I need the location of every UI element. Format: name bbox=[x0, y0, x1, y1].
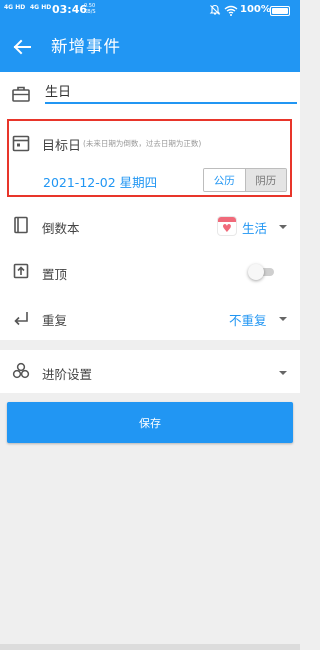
chevron-down-icon[interactable] bbox=[277, 223, 289, 231]
system-nav-bar bbox=[0, 644, 300, 650]
pin-top-label: 置顶 bbox=[42, 267, 68, 282]
signal-indicator-2: 4G HD bbox=[30, 4, 52, 11]
wifi-icon bbox=[224, 5, 238, 16]
signal-indicator-1: 4G HD bbox=[4, 4, 26, 11]
pin-top-icon bbox=[13, 263, 29, 279]
chevron-down-icon[interactable] bbox=[277, 315, 289, 323]
battery-icon bbox=[270, 6, 290, 16]
calendar-icon bbox=[12, 135, 30, 152]
battery-percent: 100% bbox=[240, 4, 271, 15]
heart-icon: ♥ bbox=[222, 222, 232, 235]
repeat-value[interactable]: 不重复 bbox=[229, 310, 267, 329]
book-icon bbox=[14, 216, 28, 234]
network-speed-unit: KB/S bbox=[84, 9, 96, 15]
network-speed: 0.50 KB/S bbox=[84, 3, 96, 15]
advanced-settings-row[interactable]: 进阶设置 bbox=[0, 350, 300, 393]
status-bar: 4G HD 4G HD 03:46 0.50 KB/S 100% bbox=[0, 0, 300, 22]
repeat-icon bbox=[14, 312, 28, 326]
solar-calendar-option[interactable]: 公历 bbox=[204, 169, 246, 191]
calendar-type-toggle: 公历 阴历 bbox=[203, 168, 287, 192]
target-date-label: 目标日 bbox=[42, 139, 82, 154]
advanced-settings-label: 进阶设置 bbox=[42, 367, 93, 382]
save-button[interactable]: 保存 bbox=[7, 402, 293, 443]
arrow-left-icon[interactable] bbox=[10, 35, 34, 59]
chevron-down-icon[interactable] bbox=[277, 369, 289, 377]
target-date-value[interactable]: 2021-12-02 星期四 bbox=[43, 172, 157, 191]
pin-top-switch[interactable] bbox=[248, 264, 276, 280]
event-name-input[interactable] bbox=[45, 80, 297, 104]
repeat-label: 重复 bbox=[42, 313, 68, 328]
app-bar: 新增事件 bbox=[0, 22, 300, 72]
target-date-hint: (未来日期为倒数，过去日期为正数) bbox=[83, 139, 202, 148]
status-time: 03:46 bbox=[52, 3, 88, 16]
layers-icon bbox=[12, 362, 30, 379]
notebook-badge: ♥ bbox=[217, 216, 237, 236]
bell-off-icon bbox=[209, 4, 221, 15]
notebook-value[interactable]: 生活 bbox=[242, 218, 267, 237]
notebook-label: 倒数本 bbox=[42, 221, 80, 236]
lunar-calendar-option[interactable]: 阴历 bbox=[245, 169, 286, 191]
briefcase-icon bbox=[12, 86, 30, 102]
page-title: 新增事件 bbox=[51, 37, 121, 56]
event-form: 目标日 (未来日期为倒数，过去日期为正数) 2021-12-02 星期四 公历 … bbox=[0, 72, 300, 340]
